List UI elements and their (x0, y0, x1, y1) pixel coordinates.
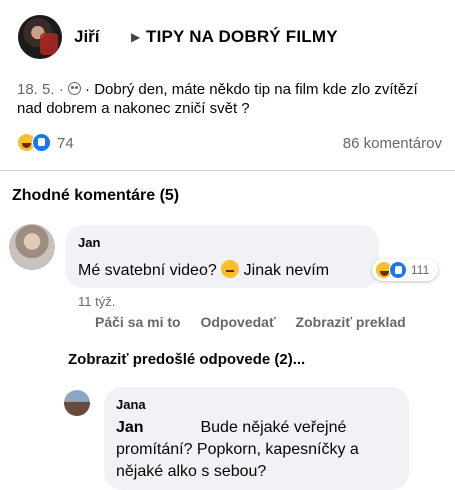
comment-time[interactable]: 11 týž. (78, 294, 115, 309)
group-name[interactable]: TIPY NA DOBRÝ FILMY (146, 27, 338, 47)
comment-text-part2: Jinak nevím (243, 262, 330, 279)
globe-icon (67, 82, 81, 95)
divider (0, 170, 455, 171)
reply-bubble: Jana Jan Bude nějaké veřejné promítání? … (104, 387, 409, 490)
like-icon (389, 261, 407, 279)
comment-bubble: Jan Mé svatební video? Jinak nevím (65, 225, 379, 288)
like-button[interactable]: Páči sa mi to (95, 314, 181, 330)
triangle-right-icon: ▶ (131, 30, 141, 44)
comment-reactions[interactable]: 111 (372, 259, 438, 281)
post-date[interactable]: 18. 5. · (17, 81, 64, 98)
reply-body: Bude nějaké veřejné promítání? Popkorn, … (116, 419, 359, 480)
like-icon[interactable] (32, 133, 51, 152)
post-stats: 74 86 komentárov (17, 133, 442, 155)
comments-filter[interactable]: Zhodné komentáre (5) (12, 187, 179, 205)
mention-tag[interactable]: Jan (116, 419, 144, 436)
comment-actions: Páči sa mi to Odpovedať Zobraziť preklad (95, 314, 422, 330)
thinking-face-icon (221, 260, 240, 278)
author-avatar[interactable] (18, 15, 62, 59)
post-body: 18. 5. · · Dobrý den, máte někdo tip na … (17, 80, 442, 118)
comment-text-part1: Mé svatební video? (78, 262, 217, 279)
reply-button[interactable]: Odpovedať (200, 314, 275, 330)
translate-button[interactable]: Zobraziť preklad (296, 314, 406, 330)
comment-reactions-count: 111 (411, 263, 430, 277)
reply-author[interactable]: Jana (116, 397, 146, 412)
comment-text: Mé svatební video? Jinak nevím (78, 260, 329, 280)
reactions-count[interactable]: 74 (57, 135, 74, 152)
reply-text: Jan Bude nějaké veřejné promítání? Popko… (116, 417, 406, 483)
comment-author[interactable]: Jan (78, 235, 100, 250)
post-header: Jiří ▶ TIPY NA DOBRÝ FILMY (0, 0, 455, 72)
view-previous-replies[interactable]: Zobraziť predošlé odpovede (2)... (68, 351, 305, 368)
reply-avatar[interactable] (64, 390, 90, 416)
comments-count[interactable]: 86 komentárov (343, 135, 442, 152)
commenter-avatar[interactable] (9, 224, 55, 270)
post-author[interactable]: Jiří (74, 27, 100, 47)
